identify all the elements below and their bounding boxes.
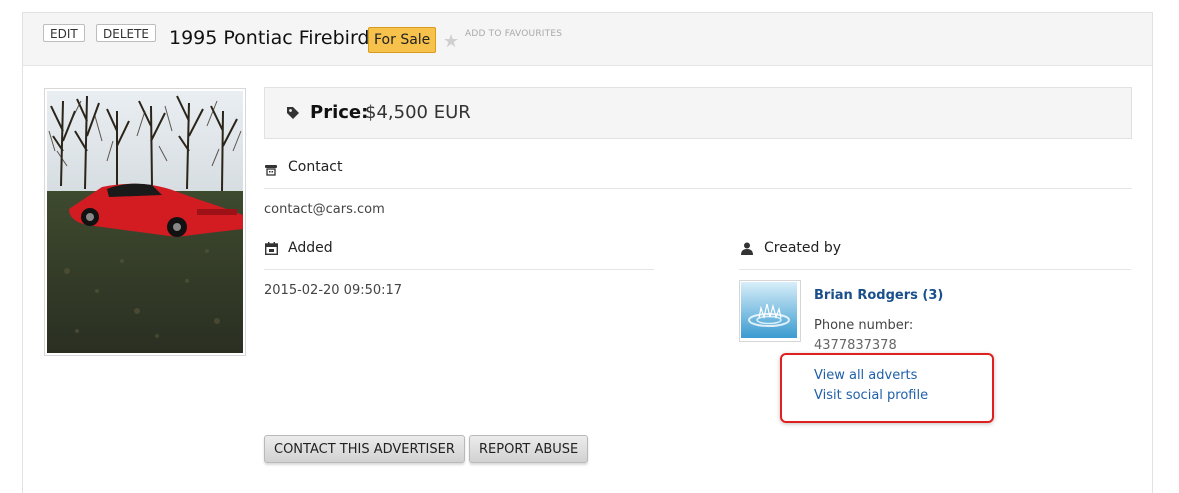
tag-icon xyxy=(286,105,300,124)
added-date: 2015-02-20 09:50:17 xyxy=(264,283,403,298)
divider xyxy=(264,188,1132,189)
contact-advertiser-button[interactable]: CONTACT THIS ADVERTISER xyxy=(264,435,465,463)
advert-photo[interactable] xyxy=(44,88,246,356)
delete-button[interactable]: DELETE xyxy=(96,24,157,42)
price-value: $4,500 EUR xyxy=(365,102,471,123)
contact-heading: Contact xyxy=(288,159,343,175)
divider xyxy=(264,269,654,270)
star-icon[interactable]: ★ xyxy=(443,33,459,51)
highlight-box xyxy=(780,353,994,423)
phone-number: 4377837378 xyxy=(814,338,897,353)
advert-panel: EDIT DELETE 1995 Pontiac Firebird For Sa… xyxy=(22,12,1153,493)
advertiser-name-link[interactable]: Brian Rodgers (3) xyxy=(814,288,943,303)
advert-header: EDIT DELETE 1995 Pontiac Firebird For Sa… xyxy=(23,13,1152,66)
edit-button[interactable]: EDIT xyxy=(43,24,85,42)
user-icon xyxy=(741,240,753,259)
phone-label: Phone number: xyxy=(814,318,914,333)
avatar[interactable] xyxy=(739,280,801,342)
car-image xyxy=(47,91,243,353)
phone-icon xyxy=(265,161,277,180)
add-to-favourites-link[interactable]: ADD TO FAVOURITES xyxy=(465,29,562,39)
status-badge: For Sale xyxy=(368,27,437,53)
page-title: 1995 Pontiac Firebird xyxy=(169,27,370,49)
contact-email: contact@cars.com xyxy=(264,202,385,217)
price-box: Price: $4,500 EUR xyxy=(264,87,1132,139)
divider xyxy=(739,269,1131,270)
price-label: Price: xyxy=(310,102,369,123)
report-abuse-button[interactable]: REPORT ABUSE xyxy=(469,435,589,463)
added-heading: Added xyxy=(288,240,333,256)
created-by-heading: Created by xyxy=(764,240,842,256)
calendar-icon xyxy=(264,240,279,259)
